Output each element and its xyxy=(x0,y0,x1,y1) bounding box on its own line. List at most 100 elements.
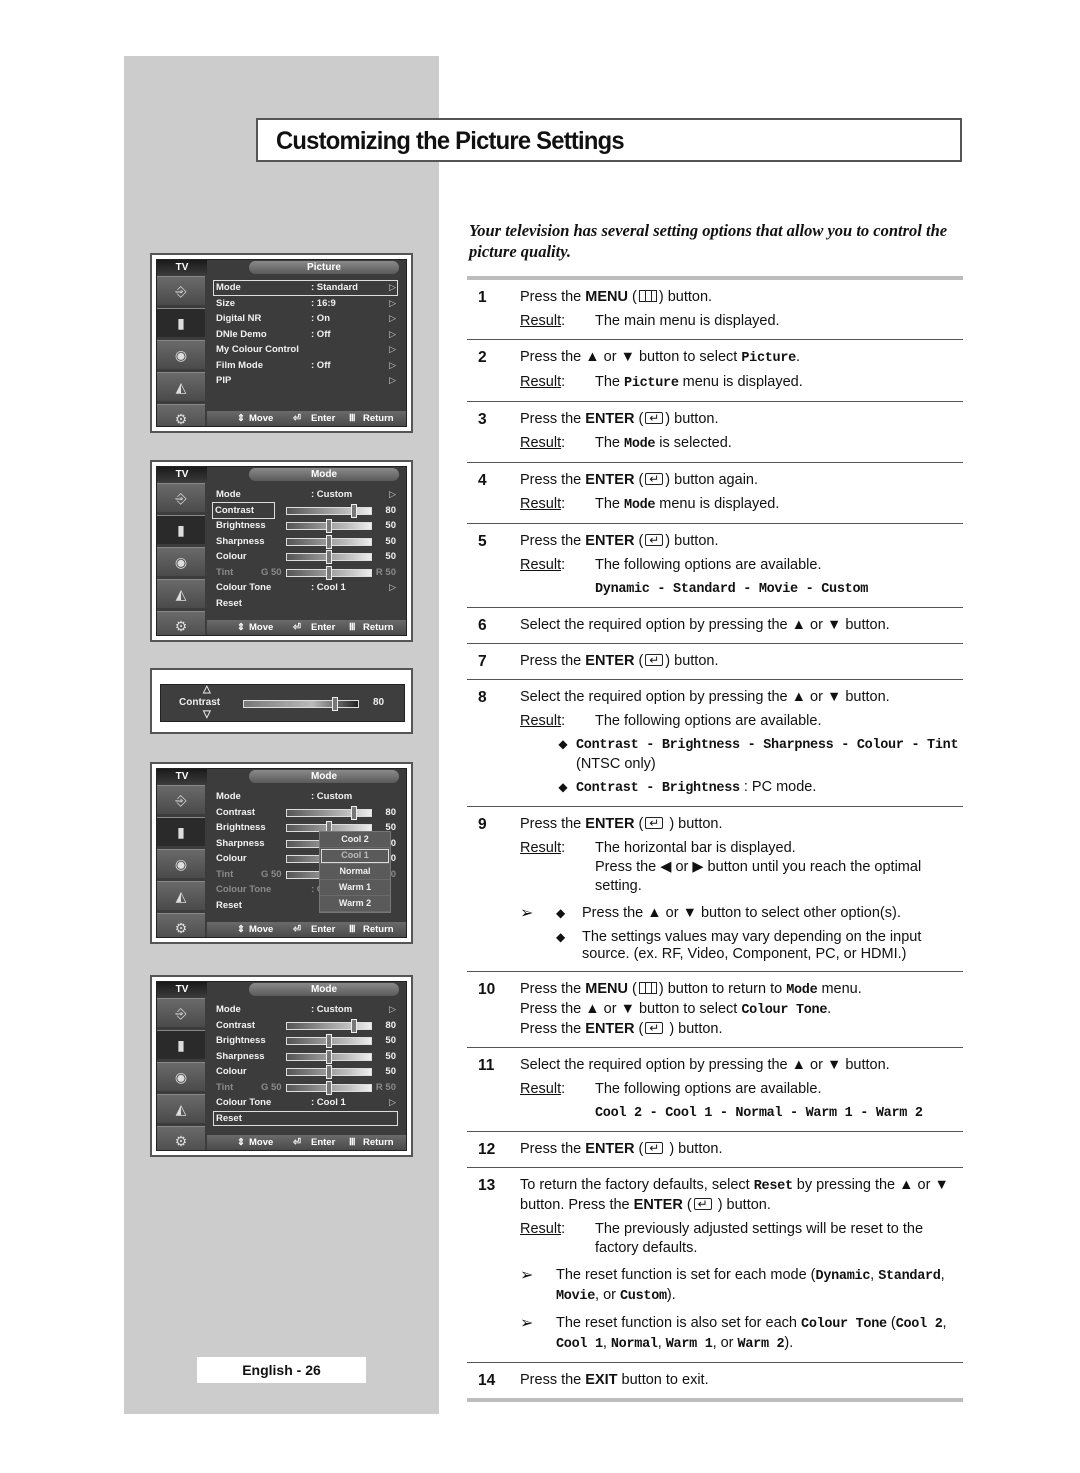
picture-icon[interactable]: ▮ xyxy=(157,515,205,544)
result-text: Press the ◀ or ▶ button until you reach … xyxy=(595,859,922,894)
osd-row-colour[interactable]: Colour 50 xyxy=(213,1064,398,1080)
colour-slider[interactable] xyxy=(286,550,372,564)
menu-term: Reset xyxy=(753,1179,793,1194)
slider-knob[interactable] xyxy=(326,565,332,580)
osd-row-sharpness[interactable]: Sharpness 50 xyxy=(213,1049,398,1065)
osd-row-mode[interactable]: Mode: Custom▷ xyxy=(213,1002,398,1018)
osd-row-tint[interactable]: Tint G 50 R 50 xyxy=(213,1080,398,1096)
sharpness-slider[interactable] xyxy=(286,1049,372,1064)
osd-row-brightness[interactable]: Brightness 50 xyxy=(213,518,398,534)
osd-row-size[interactable]: Size: 16:9 ▷ xyxy=(213,296,398,312)
setup-icon[interactable]: ⚙ xyxy=(157,1126,205,1150)
channel-icon[interactable]: ◭ xyxy=(157,881,205,910)
setup-icon[interactable]: ⚙ xyxy=(157,611,205,635)
note-arrow-icon: ➢ xyxy=(520,905,534,922)
slider-knob[interactable] xyxy=(326,534,332,549)
osd-row-film-mode[interactable]: Film Mode: Off ▷ xyxy=(213,358,398,374)
osd-row-colour[interactable]: Colour 50 xyxy=(213,549,398,565)
osd-row-pip[interactable]: PIP ▷ xyxy=(213,373,398,389)
osd-row-tint[interactable]: Tint G 50 R 50 xyxy=(213,565,398,581)
sound-icon[interactable]: ◉ xyxy=(157,1062,205,1091)
osd-row-mode[interactable]: Mode: Standard ▷ xyxy=(213,280,398,296)
tone-option[interactable]: Cool 2 xyxy=(320,832,390,848)
channel-icon[interactable]: ◭ xyxy=(157,579,205,608)
slider-knob[interactable] xyxy=(326,550,332,564)
colour-slider[interactable] xyxy=(286,1065,372,1079)
slider-knob[interactable] xyxy=(332,697,339,711)
osd-screen: TV Picture ⎆ ▮ ◉ ◭ ⚙ Mode: Standard ▷ Siz… xyxy=(156,259,407,427)
contrast-hbar-slider[interactable] xyxy=(243,697,359,711)
setup-icon[interactable]: ⚙ xyxy=(157,913,205,937)
sound-icon[interactable]: ◉ xyxy=(157,340,205,369)
brightness-slider[interactable] xyxy=(286,1034,372,1048)
contrast-slider[interactable] xyxy=(286,503,372,518)
osd-row-colour-tone[interactable]: Colour Tone: Cool 1 ▷ xyxy=(213,580,398,596)
picture-icon[interactable]: ▮ xyxy=(157,817,205,846)
result-label: Result xyxy=(520,373,595,393)
input-icon[interactable]: ⎆ xyxy=(157,998,205,1027)
osd-row-digital-nr[interactable]: Digital NR: On ▷ xyxy=(213,311,398,327)
tint-slider[interactable] xyxy=(286,565,372,580)
slider-knob[interactable] xyxy=(326,1049,332,1064)
step-text: ( xyxy=(682,1197,692,1213)
step-text: ) button. xyxy=(665,1141,723,1157)
contrast-slider[interactable] xyxy=(286,805,372,820)
slider-knob[interactable] xyxy=(351,503,358,518)
slider-knob[interactable] xyxy=(326,1034,332,1048)
slider-knob[interactable] xyxy=(351,1018,358,1033)
input-icon[interactable]: ⎆ xyxy=(157,483,205,512)
setup-icon[interactable]: ⚙ xyxy=(157,404,205,426)
tone-option[interactable]: Warm 1 xyxy=(320,880,390,896)
down-arrow-icon[interactable]: ▽ xyxy=(203,709,211,720)
osd-row-sharpness[interactable]: Sharpness 50 xyxy=(213,534,398,550)
step-text: Select the required option by pressing t… xyxy=(520,617,890,633)
tint-slider[interactable] xyxy=(286,1080,372,1095)
step-text: ) button. xyxy=(665,653,719,669)
row-label: Sharpness xyxy=(216,1050,265,1062)
slider-knob[interactable] xyxy=(351,805,358,820)
step-text: Press the ▲ or ▼ button to select xyxy=(520,1001,742,1017)
menu-button-icon xyxy=(638,290,657,302)
osd-row-brightness[interactable]: Brightness 50 xyxy=(213,1033,398,1049)
osd-row-dnie-demo[interactable]: DNIe Demo: Off ▷ xyxy=(213,327,398,343)
row-label: Film Mode xyxy=(216,359,263,371)
tone-option[interactable]: Normal xyxy=(320,864,390,880)
button-name: ENTER xyxy=(585,816,635,832)
sound-icon[interactable]: ◉ xyxy=(157,849,205,878)
picture-icon[interactable]: ▮ xyxy=(157,1030,205,1059)
channel-icon[interactable]: ◭ xyxy=(157,1094,205,1123)
sound-icon[interactable]: ◉ xyxy=(157,547,205,576)
slider-knob[interactable] xyxy=(326,519,332,533)
osd-row-mode[interactable]: Mode: Custom▷ xyxy=(213,789,398,805)
brightness-slider[interactable] xyxy=(286,519,372,533)
osd-row-contrast[interactable]: Contrast 80 xyxy=(213,1018,398,1034)
step-text: ) button. xyxy=(713,1197,771,1213)
osd-row-colour-tone[interactable]: Colour Tone: Cool 1 ▷ xyxy=(213,1095,398,1111)
tone-option[interactable]: Warm 2 xyxy=(320,896,390,912)
step-number: 7 xyxy=(478,653,487,670)
footer-move: Move xyxy=(249,413,274,424)
input-icon[interactable]: ⎆ xyxy=(157,785,205,814)
osd-footer: ⇕ Move ⏎ Enter Ⅲ Return xyxy=(207,620,406,635)
row-value: 80 xyxy=(385,806,396,818)
osd-row-reset[interactable]: Reset xyxy=(213,1110,398,1126)
osd-row-contrast[interactable]: Contrast 80 xyxy=(211,501,398,519)
osd-row-reset[interactable]: Reset xyxy=(213,596,398,612)
sharpness-slider[interactable] xyxy=(286,534,372,549)
tint-r-value: R 50 xyxy=(375,566,396,578)
osd-screen: TV Mode ⎆ ▮ ◉ ◭ ⚙ Mode: Custom▷ Contrast… xyxy=(156,768,407,938)
up-arrow-icon[interactable]: △ xyxy=(203,684,211,695)
tone-option[interactable]: Cool 1 xyxy=(320,848,390,864)
slider-knob[interactable] xyxy=(326,1065,332,1079)
slider-knob[interactable] xyxy=(326,1080,332,1095)
step-3: 3 Press the ENTER () button. ResultThe M… xyxy=(467,402,963,463)
step-number: 6 xyxy=(478,617,487,634)
osd-row-my-colour-control[interactable]: My Colour Control ▷ xyxy=(213,342,398,358)
contrast-slider[interactable] xyxy=(286,1018,372,1033)
picture-icon[interactable]: ▮ xyxy=(157,308,205,337)
osd-row-contrast[interactable]: Contrast 80 xyxy=(213,805,398,821)
input-icon[interactable]: ⎆ xyxy=(157,276,205,305)
channel-icon[interactable]: ◭ xyxy=(157,372,205,401)
result-text: The following options are available. xyxy=(595,713,822,729)
osd-row-mode[interactable]: Mode: Custom▷ xyxy=(213,487,398,503)
